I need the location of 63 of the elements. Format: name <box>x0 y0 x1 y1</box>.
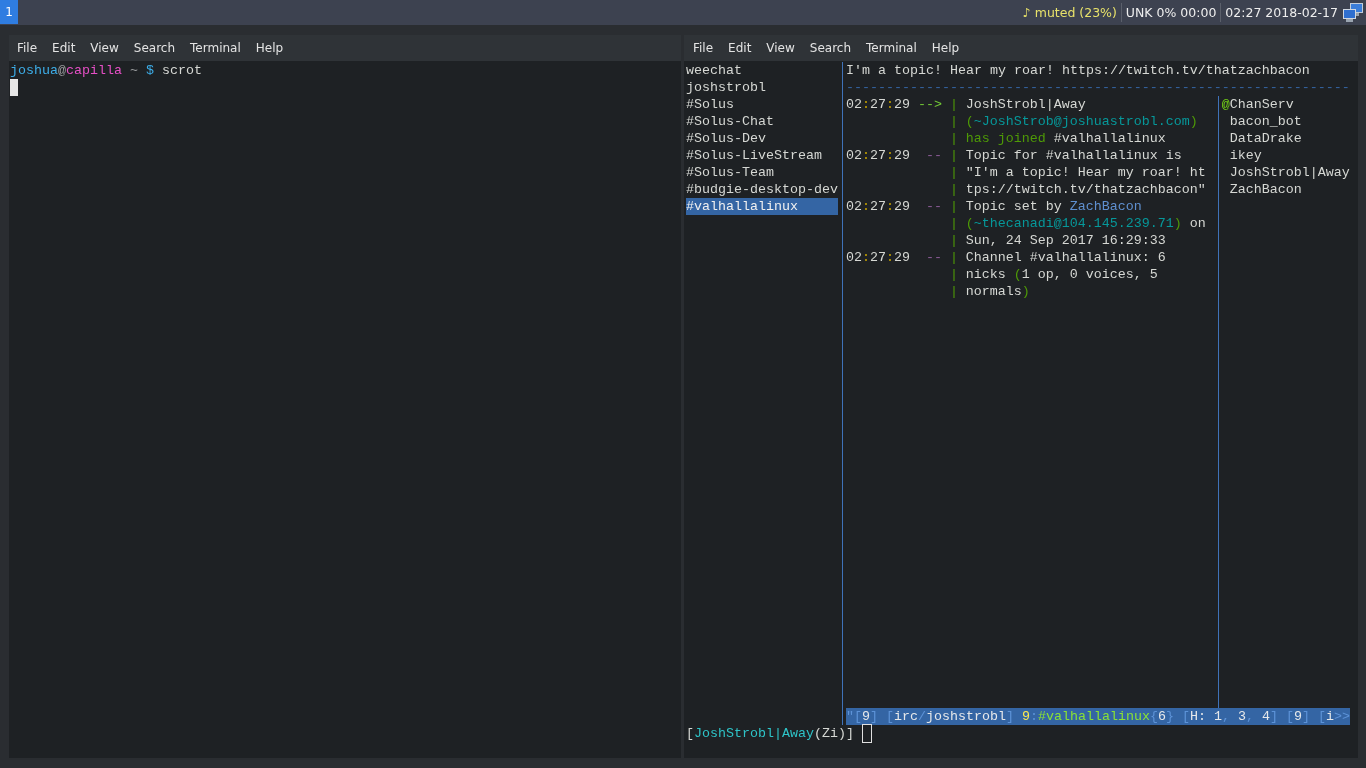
prefix-separator: | <box>949 96 958 113</box>
menu-item[interactable]: Terminal <box>183 38 248 58</box>
prefix-separator: | <box>949 232 958 249</box>
buffer-item[interactable]: #Solus <box>686 96 734 113</box>
volume-indicator: ♪ muted (23%) <box>1021 4 1118 22</box>
timestamp: 02:27:29 <box>845 147 910 164</box>
prefix-separator: | <box>949 113 958 130</box>
menu-item[interactable]: View <box>83 38 126 58</box>
nick-item: JoshStrobl|Away <box>1229 164 1350 181</box>
nick-item: ZachBacon <box>1229 181 1302 198</box>
buffer-item[interactable]: #Solus-Chat <box>686 113 774 130</box>
buffer-item[interactable]: #Solus-Dev <box>686 130 766 147</box>
battery-indicator: UNK 0% 00:00 <box>1124 4 1218 22</box>
nick-item: @ChanServ <box>1221 96 1294 113</box>
read-marker: --------------------------------------------------------------- <box>845 79 1350 96</box>
prefix-separator: | <box>949 181 958 198</box>
menu-item[interactable]: Edit <box>721 38 759 58</box>
input-prompt: [JoshStrobl|Away(Zi)] <box>686 725 854 742</box>
computers-icon[interactable] <box>1343 3 1363 22</box>
menu-item[interactable]: Search <box>126 38 183 58</box>
menu-item[interactable]: Help <box>924 38 967 58</box>
message-prefix: --> <box>917 96 942 113</box>
text-cursor <box>10 79 18 96</box>
menu-item[interactable]: Terminal <box>859 38 924 58</box>
menu-item[interactable]: Help <box>248 38 291 58</box>
workspace-button[interactable]: 1 <box>0 0 18 24</box>
message-text: Topic for #valhallalinux is "I'm a topic! Hear my roar! ht tps://twitch.tv/thatzachbacon" <box>965 147 1206 198</box>
menu-item[interactable]: Edit <box>45 38 83 58</box>
shell-prompt-line: joshua@capilla ~ $ scrot <box>10 62 202 79</box>
nick-item: DataDrake <box>1229 130 1302 147</box>
buffer-item[interactable]: #Solus-LiveStream <box>686 147 822 164</box>
text-cursor <box>861 724 872 743</box>
message-prefix: -- <box>925 249 942 266</box>
prefix-separator: | <box>949 198 958 215</box>
buffer-item[interactable]: #Solus-Team <box>686 164 774 181</box>
buffer-item[interactable]: #valhallalinux <box>686 198 838 215</box>
menu-item[interactable]: File <box>686 38 721 58</box>
clock: 02:27 2018-02-17 <box>1224 4 1339 22</box>
prefix-separator: | <box>949 266 958 283</box>
message-text: Channel #valhallalinux: 6 nicks (1 op, 0 voices, 5 normals) <box>965 249 1166 300</box>
buffer-item[interactable]: #budgie-desktop-dev <box>686 181 838 198</box>
message-prefix: -- <box>925 147 942 164</box>
prefix-separator: | <box>949 130 958 147</box>
prefix-separator: | <box>949 164 958 181</box>
message-text: JoshStrobl|Away (~JoshStrob@joshuastrobl.com) has joined #valhallalinux <box>965 96 1198 147</box>
menu-item[interactable]: File <box>10 38 45 58</box>
menu-item[interactable]: View <box>759 38 802 58</box>
prefix-separator: | <box>949 283 958 300</box>
prefix-separator: | <box>949 215 958 232</box>
menu-item[interactable]: Search <box>802 38 859 58</box>
prefix-separator: | <box>949 147 958 164</box>
timestamp: 02:27:29 <box>845 96 910 113</box>
buffer-item[interactable]: joshstrobl <box>686 79 766 96</box>
nick-item: bacon_bot <box>1229 113 1302 130</box>
channel-topic: I'm a topic! Hear my roar! https://twitch.tv/thatzachbacon <box>845 62 1310 79</box>
timestamp: 02:27:29 <box>845 198 910 215</box>
message-text: Topic set by ZachBacon (~thecanadi@104.145.239.71) on Sun, 24 Sep 2017 16:29:33 <box>965 198 1206 249</box>
status-bar: "[9] [irc/joshstrobl] 9:#valhallalinux{6} [H: 1, 3, 4] [9] [i>> <box>845 708 1350 725</box>
message-prefix: -- <box>925 198 942 215</box>
buffer-item[interactable]: weechat <box>686 62 742 79</box>
nick-item: ikey <box>1229 147 1262 164</box>
timestamp: 02:27:29 <box>845 249 910 266</box>
prefix-separator: | <box>949 249 958 266</box>
